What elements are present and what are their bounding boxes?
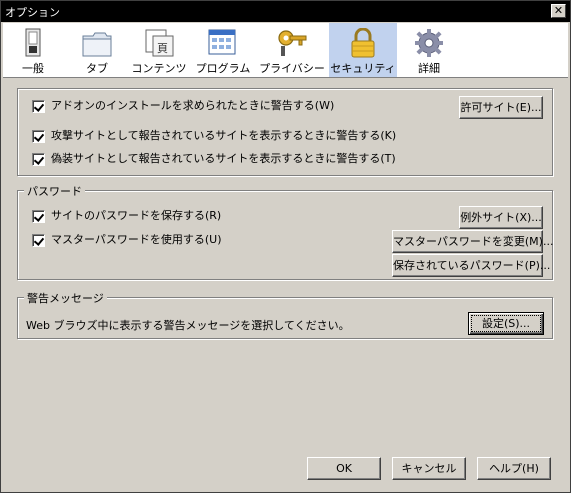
addon-warning-group: アドオンのインストールを求められたときに警告する(W) 許可サイト(E)... … (17, 88, 553, 176)
tab-advanced[interactable]: 詳細 (407, 23, 451, 77)
svg-text:頁: 頁 (157, 42, 168, 55)
warning-messages-group-title: 警告メッセージ (24, 290, 107, 306)
saved-passwords-button[interactable]: 保存されているパスワード(P)... (392, 254, 550, 277)
options-toolbar: 一般 タブ 頁 コンテンツ プログラム プライバシー セキュリティ 詳細 (3, 23, 568, 78)
checkbox-checked[interactable] (32, 129, 45, 143)
tab-content[interactable]: 頁 コンテンツ (131, 23, 187, 77)
close-icon: ✕ (553, 4, 564, 17)
change-master-password-button[interactable]: マスターパスワードを変更(M)... (392, 230, 553, 253)
forgery-warn-checkbox[interactable]: 偽装サイトとして報告されているサイトを表示するときに警告する(T) (32, 152, 396, 168)
addons-exceptions-button[interactable]: 許可サイト(E)... (459, 96, 543, 119)
attack-warn-checkbox[interactable]: 攻撃サイトとして報告されているサイトを表示するときに警告する(K) (32, 129, 396, 145)
title-bar[interactable]: オプション ✕ (1, 1, 570, 22)
attack-warn-label: 攻撃サイトとして報告されているサイトを表示するときに警告する(K) (51, 129, 397, 142)
applications-icon (208, 29, 236, 55)
tab-security[interactable]: セキュリティ (329, 23, 397, 77)
warning-messages-description: Web ブラウズ中に表示する警告メッセージを選択してください。 (26, 319, 350, 332)
remember-passwords-label: サイトのパスワードを保存する(R) (51, 209, 222, 222)
help-button[interactable]: ヘルプ(H) (477, 457, 551, 480)
password-exceptions-button[interactable]: 例外サイト(X)... (459, 206, 543, 229)
warning-settings-button[interactable]: 設定(S)... (468, 312, 544, 335)
tab-applications[interactable]: プログラム (195, 23, 251, 77)
window-title: オプション (5, 6, 60, 19)
checkbox-checked[interactable] (32, 233, 45, 247)
checkbox-checked[interactable] (32, 209, 45, 223)
remember-passwords-checkbox[interactable]: サイトのパスワードを保存する(R) (32, 209, 221, 225)
cancel-button[interactable]: キャンセル (392, 457, 466, 480)
forgery-warn-label: 偽装サイトとして報告されているサイトを表示するときに警告する(T) (51, 152, 396, 165)
use-master-password-label: マスターパスワードを使用する(U) (51, 233, 222, 246)
password-group-title: パスワード (24, 183, 85, 199)
tab-security-label: セキュリティ (330, 62, 396, 75)
tab-general-label: 一般 (22, 62, 44, 75)
security-lock-icon (351, 28, 375, 58)
options-dialog: オプション ✕ 一般 タブ 頁 コンテンツ プログラム プライバシー セキュリテ… (0, 0, 571, 493)
content-icon: 頁 (145, 29, 174, 57)
addons-warn-checkbox[interactable]: アドオンのインストールを求められたときに警告する(W) (32, 99, 334, 115)
checkbox-checked[interactable] (32, 99, 45, 113)
password-group: パスワード サイトのパスワードを保存する(R) 例外サイト(X)... マスター… (17, 183, 553, 280)
tab-general[interactable]: 一般 (11, 23, 55, 77)
use-master-password-checkbox[interactable]: マスターパスワードを使用する(U) (32, 233, 222, 249)
advanced-gear-icon (415, 29, 443, 57)
tab-tabs[interactable]: タブ (73, 23, 121, 77)
addons-warn-label: アドオンのインストールを求められたときに警告する(W) (51, 99, 335, 112)
tab-privacy-label: プライバシー (259, 62, 325, 75)
tab-advanced-label: 詳細 (418, 62, 440, 75)
checkbox-checked[interactable] (32, 152, 45, 166)
general-icon (25, 28, 41, 57)
close-button[interactable]: ✕ (551, 4, 566, 18)
tab-privacy[interactable]: プライバシー (259, 23, 325, 77)
tabs-icon (82, 32, 112, 57)
ok-button[interactable]: OK (307, 457, 381, 480)
warning-messages-group: 警告メッセージ Web ブラウズ中に表示する警告メッセージを選択してください。 … (17, 290, 553, 339)
tab-applications-label: プログラム (195, 62, 251, 75)
privacy-key-icon (278, 30, 307, 56)
tab-tabs-label: タブ (86, 62, 108, 75)
tab-content-label: コンテンツ (131, 62, 187, 75)
